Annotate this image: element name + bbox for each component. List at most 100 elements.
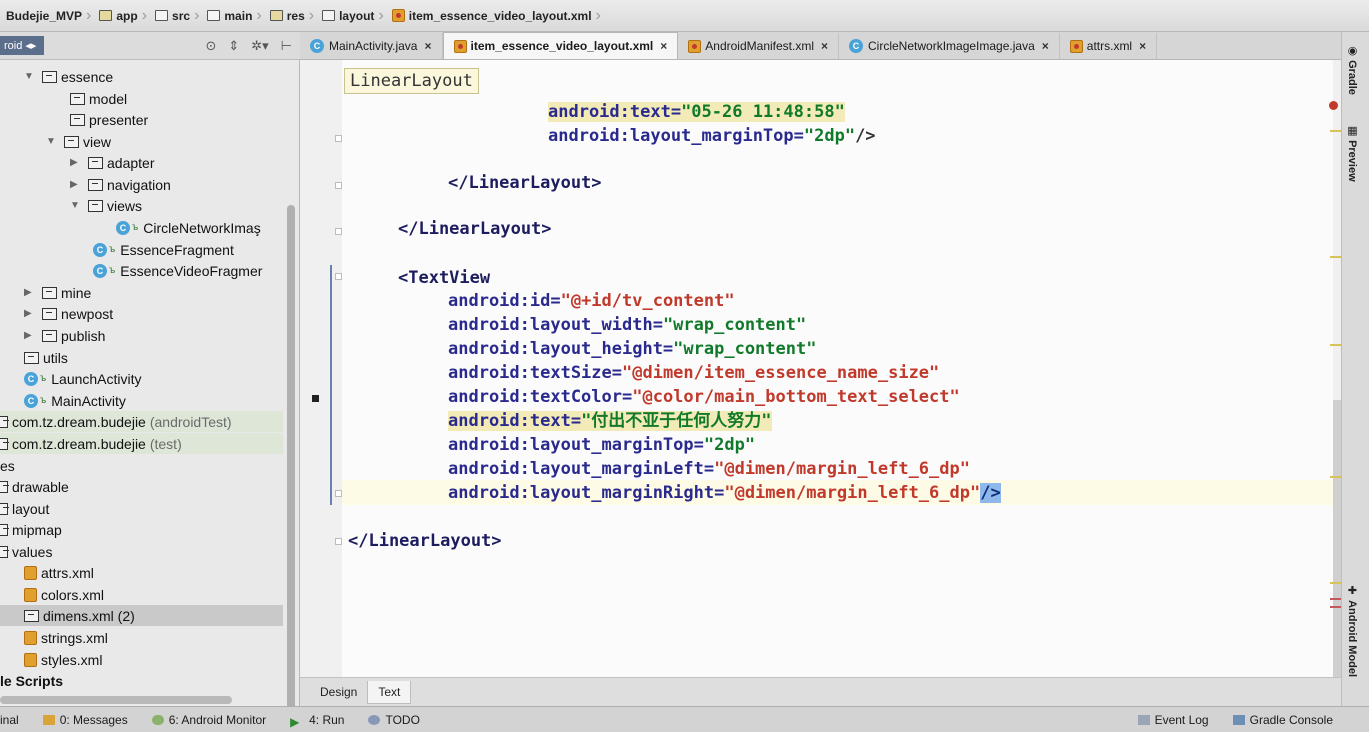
fold-marker-icon[interactable] xyxy=(335,273,342,280)
error-indicator-icon[interactable] xyxy=(1329,101,1338,110)
fold-marker-icon[interactable] xyxy=(335,135,342,142)
editor-scrollbar-thumb[interactable] xyxy=(1333,400,1341,680)
preview-tool-tab[interactable]: ▦ Preview xyxy=(1346,124,1359,182)
tree-node[interactable]: values xyxy=(0,541,52,562)
tree-node[interactable]: Cъ CircleNetworkImaş xyxy=(116,217,261,238)
tree-vertical-scrollbar[interactable] xyxy=(287,205,295,706)
error-stripe-mark[interactable] xyxy=(1330,598,1341,600)
collapse-arrow-icon[interactable]: ▶ xyxy=(70,179,82,190)
breadcrumb: Budejie_MVP › app › src › main › res › layout… xyxy=(0,0,1369,32)
tab-item-essence-video-layout[interactable]: item_essence_video_layout.xml × xyxy=(442,32,679,59)
close-icon[interactable]: × xyxy=(1139,39,1146,53)
warning-stripe-mark[interactable] xyxy=(1330,476,1341,478)
expand-arrow-icon[interactable]: ▼ xyxy=(70,200,82,211)
color-preview-icon[interactable] xyxy=(312,395,319,402)
fold-marker-icon[interactable] xyxy=(335,182,342,189)
messages-tool-button[interactable]: 0: Messages xyxy=(42,713,128,727)
close-icon[interactable]: × xyxy=(660,39,667,53)
tree-node[interactable]: styles.xml xyxy=(24,649,102,670)
tree-horizontal-scrollbar[interactable] xyxy=(0,696,232,704)
tree-node[interactable]: Cъ LaunchActivity xyxy=(24,368,142,389)
tree-node[interactable]: mipmap xyxy=(0,519,62,540)
tree-node[interactable]: ▼ essence xyxy=(24,66,113,87)
tree-node[interactable]: Cъ EssenceFragment xyxy=(93,239,234,260)
breadcrumb-item-main[interactable]: main › xyxy=(203,4,265,28)
close-icon[interactable]: × xyxy=(1042,39,1049,53)
tree-node[interactable]: presenter xyxy=(70,109,148,130)
breadcrumb-item-app[interactable]: app › xyxy=(95,4,151,28)
tree-node[interactable]: es xyxy=(0,455,15,476)
android-model-tool-tab[interactable]: ✚ Android Model xyxy=(1346,584,1359,677)
collapse-arrow-icon[interactable]: ▶ xyxy=(24,287,36,298)
tab-attrs[interactable]: attrs.xml × xyxy=(1060,33,1158,59)
tab-circlenetworkimageimage[interactable]: C CircleNetworkImageImage.java × xyxy=(839,33,1060,59)
code-editor[interactable]: LinearLayout android:text="05-26 11:48:5… xyxy=(300,60,1341,677)
tree-node[interactable]: Cъ EssenceVideoFragmer xyxy=(93,260,262,281)
code-attr: android:layout_height= xyxy=(448,339,674,359)
warning-stripe-mark[interactable] xyxy=(1330,256,1341,258)
tree-node[interactable]: ▶ navigation xyxy=(70,174,171,195)
breadcrumb-item-src[interactable]: src › xyxy=(151,4,203,28)
tree-node[interactable]: ▶ newpost xyxy=(24,303,113,324)
tree-node[interactable]: strings.xml xyxy=(24,627,108,648)
tree-label: com.tz.dream.budejie xyxy=(12,413,146,430)
project-view-selector[interactable]: roid ◂▸ xyxy=(0,36,45,55)
sync-icon[interactable]: ⊙ xyxy=(205,38,216,54)
tree-node[interactable]: com.tz.dream.budejie (test) xyxy=(0,433,283,454)
tree-node-selected[interactable]: dimens.xml (2) xyxy=(0,605,283,626)
project-view-label: roid xyxy=(4,40,23,52)
tab-androidmanifest[interactable]: AndroidManifest.xml × xyxy=(678,33,840,59)
tree-node[interactable]: utils xyxy=(24,347,68,368)
tree-node[interactable]: ▼ view xyxy=(46,131,111,152)
tree-node[interactable]: Cъ MainActivity xyxy=(24,390,126,411)
breadcrumb-item-file[interactable]: item_essence_video_layout.xml › xyxy=(388,4,605,28)
expand-arrow-icon[interactable]: ▼ xyxy=(24,71,36,82)
tree-node[interactable]: ▶ mine xyxy=(24,282,91,303)
tree-node[interactable]: model xyxy=(70,88,127,109)
collapse-all-icon[interactable]: ⇕ xyxy=(228,38,239,54)
warning-stripe-mark[interactable] xyxy=(1330,582,1341,584)
hide-panel-icon[interactable]: ⊢ xyxy=(281,38,292,54)
tree-node[interactable]: com.tz.dream.budejie (androidTest) xyxy=(0,411,283,432)
gradle-console-tool-button[interactable]: Gradle Console xyxy=(1232,713,1333,727)
run-tool-button[interactable]: ▶ 4: Run xyxy=(290,712,345,729)
fold-marker-icon[interactable] xyxy=(335,228,342,235)
tree-node[interactable]: attrs.xml xyxy=(24,562,94,583)
tool-label: 4: Run xyxy=(309,712,345,727)
fold-marker-icon[interactable] xyxy=(335,490,342,497)
code-value: "wrap_content" xyxy=(673,339,817,359)
android-monitor-tool-button[interactable]: 6: Android Monitor xyxy=(151,713,266,727)
folder-icon xyxy=(155,10,169,21)
expand-arrow-icon[interactable]: ▼ xyxy=(46,136,58,147)
error-stripe-mark[interactable] xyxy=(1330,606,1341,608)
collapse-arrow-icon[interactable]: ▶ xyxy=(70,157,82,168)
tab-text[interactable]: Text xyxy=(367,680,412,704)
tree-node[interactable]: le Scripts xyxy=(0,670,63,691)
collapse-arrow-icon[interactable]: ▶ xyxy=(24,308,36,319)
tab-design[interactable]: Design xyxy=(310,681,367,703)
warning-stripe-mark[interactable] xyxy=(1330,130,1341,132)
breadcrumb-item-layout[interactable]: layout › xyxy=(318,4,388,28)
breadcrumb-item-res[interactable]: res › xyxy=(266,4,318,28)
todo-tool-button[interactable]: TODO xyxy=(368,713,420,727)
fold-marker-icon[interactable] xyxy=(335,538,342,545)
tree-node[interactable]: ▶ adapter xyxy=(70,152,154,173)
todo-icon xyxy=(368,714,381,725)
event-log-tool-button[interactable]: Event Log xyxy=(1137,713,1209,727)
tree-node[interactable]: ▶ publish xyxy=(24,325,105,346)
gradle-tool-tab[interactable]: ◉ Gradle xyxy=(1346,44,1359,95)
warning-stripe-mark[interactable] xyxy=(1330,344,1341,346)
tree-node[interactable]: layout xyxy=(0,498,49,519)
collapse-arrow-icon[interactable]: ▶ xyxy=(24,330,36,341)
breadcrumb-item-project[interactable]: Budejie_MVP › xyxy=(2,4,95,28)
close-icon[interactable]: × xyxy=(424,39,431,53)
close-icon[interactable]: × xyxy=(821,39,828,53)
tab-label: attrs.xml xyxy=(1086,39,1133,53)
tree-node[interactable]: drawable xyxy=(0,476,69,497)
tree-node[interactable]: ▼ views xyxy=(70,195,142,216)
code-line: android:layout_width="wrap_content" xyxy=(448,314,806,337)
gear-icon[interactable]: ✲▾ xyxy=(251,38,268,54)
tree-node[interactable]: colors.xml xyxy=(24,584,104,605)
terminal-tool-button[interactable]: inal xyxy=(0,713,19,727)
tab-mainactivity[interactable]: C MainActivity.java × xyxy=(300,33,443,59)
